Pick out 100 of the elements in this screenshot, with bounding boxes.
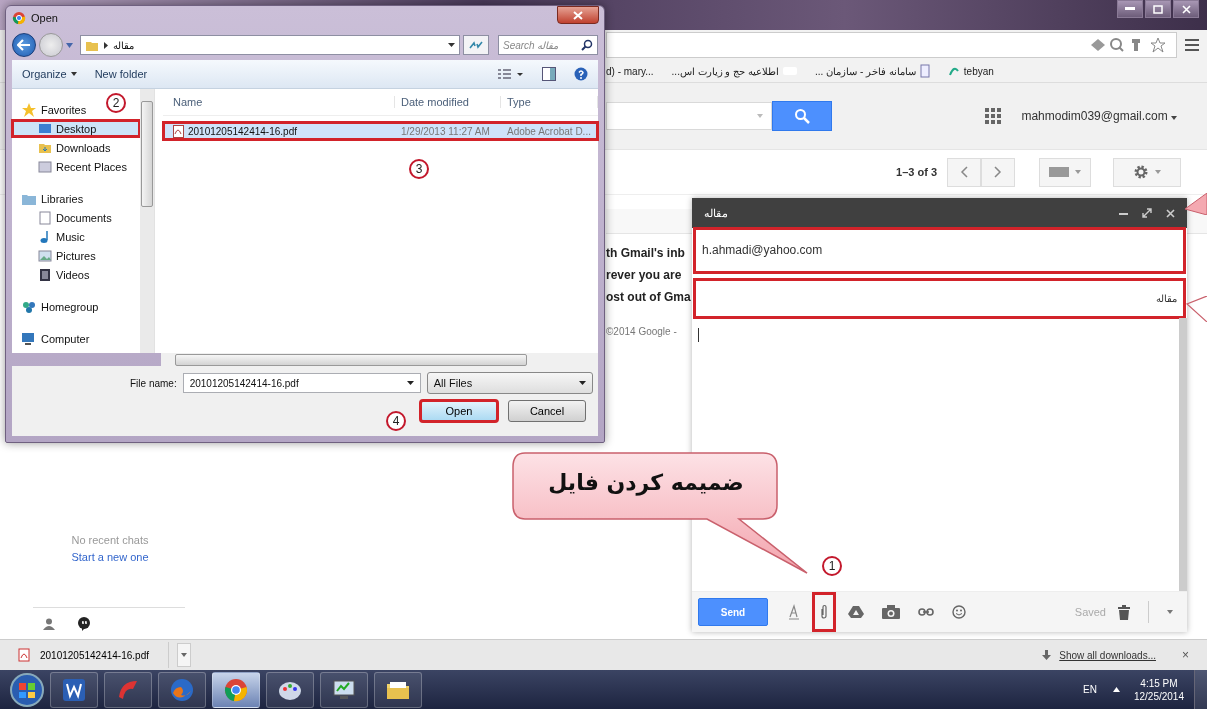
taskbar-app[interactable] (212, 671, 260, 708)
input-tools-button[interactable] (1039, 157, 1091, 187)
close-icon[interactable] (1166, 208, 1175, 218)
search-field[interactable] (606, 102, 772, 130)
taskbar-app[interactable] (50, 671, 98, 708)
expand-icon[interactable] (1142, 208, 1152, 218)
nav-item[interactable]: Favorites (12, 101, 91, 118)
search-icon (581, 39, 593, 51)
nav-item[interactable]: Libraries (12, 190, 88, 207)
caret-icon[interactable] (448, 43, 455, 47)
nav-item[interactable]: Downloads (12, 139, 140, 156)
minimize-icon[interactable] (1119, 211, 1128, 215)
organize-menu[interactable]: Organize (22, 68, 77, 80)
settings-button[interactable] (1113, 157, 1181, 187)
view-options-icon[interactable] (498, 68, 524, 80)
document-icon (38, 210, 52, 225)
file-type-dropdown[interactable]: All Files (426, 372, 593, 394)
chat-bubble-icon[interactable] (77, 616, 91, 631)
bookmark[interactable]: d) - mary... (606, 65, 654, 77)
bookmark[interactable]: سامانه فاخر - سازمان ... (815, 64, 930, 78)
scrollbar[interactable] (140, 89, 154, 353)
taskbar-app[interactable] (266, 671, 314, 708)
recent-places-icon (38, 159, 52, 174)
bookmark[interactable]: اطلاعیه حج و زیارت اس... (671, 65, 798, 77)
bookmark[interactable]: tebyan (947, 65, 994, 77)
fox-icon (169, 676, 195, 703)
drive-icon[interactable] (848, 605, 864, 619)
cancel-button[interactable]: Cancel (508, 400, 586, 422)
link-icon[interactable] (918, 608, 934, 616)
taskbar-app[interactable] (374, 671, 422, 708)
help-icon[interactable] (574, 67, 588, 81)
path-field[interactable]: مقاله (80, 35, 460, 55)
minimize-button[interactable] (1117, 0, 1143, 18)
subject-field[interactable]: مقاله (694, 279, 1185, 318)
language-indicator[interactable]: EN (1083, 684, 1097, 695)
caret-icon[interactable] (406, 381, 414, 385)
nav-item[interactable]: Desktop (12, 120, 140, 137)
start-button[interactable] (10, 672, 44, 707)
close-icon (573, 10, 583, 20)
maximize-button[interactable] (1145, 0, 1171, 18)
minimize-icon (1125, 7, 1135, 11)
more-options-icon[interactable] (1167, 610, 1173, 614)
preview-pane-icon[interactable] (542, 67, 556, 81)
settings-icon (1133, 164, 1149, 180)
open-button[interactable]: Open (420, 400, 498, 422)
close-button[interactable] (1173, 0, 1199, 18)
refresh-button[interactable] (463, 35, 489, 55)
draft-status: Saved (1074, 606, 1106, 618)
chrome-icon (12, 11, 26, 25)
download-menu-button[interactable] (177, 643, 191, 667)
scrollbar[interactable] (161, 353, 598, 366)
back-button[interactable] (12, 33, 36, 57)
file-row[interactable]: 20101205142414-16.pdf 1/29/2013 11:27 AM Adobe Acrobat D... (163, 122, 598, 140)
column-header[interactable]: Date modified (395, 96, 501, 108)
email-snippet: th Gmail's inb (606, 246, 685, 262)
person-icon[interactable] (43, 617, 55, 630)
close-icon (1181, 4, 1191, 14)
nav-item[interactable]: Music (12, 228, 140, 245)
search-field[interactable]: Search مقاله (498, 35, 598, 55)
search-button[interactable] (772, 101, 832, 131)
pdf-icon (173, 124, 185, 138)
account-menu[interactable]: mahmodim039@gmail.com (1015, 108, 1183, 124)
column-header[interactable]: Type (501, 96, 598, 108)
star-icon (21, 102, 37, 117)
clock[interactable]: 4:15 PM 12/25/2014 (1133, 676, 1184, 703)
recipient-field[interactable]: h.ahmadi@yahoo.com (694, 228, 1185, 273)
start-chat-link[interactable]: Start a new one (71, 551, 149, 563)
compose-title: مقاله (704, 206, 728, 220)
nav-item[interactable]: Computer (12, 330, 94, 347)
apps-grid-icon[interactable] (985, 108, 1002, 124)
download-item[interactable]: 20101205142414-16.pdf (12, 642, 169, 668)
taskbar-app[interactable] (320, 671, 368, 708)
emoji-icon[interactable] (952, 605, 966, 619)
show-all-downloads-link[interactable]: Show all downloads... (1059, 649, 1156, 661)
nav-item[interactable]: Homegroup (12, 298, 103, 315)
word-icon (61, 676, 87, 703)
footer-text: ©2014 Google - (606, 326, 677, 337)
chevron-right-icon (994, 166, 1002, 178)
text-format-icon[interactable] (788, 604, 800, 620)
trash-icon[interactable] (1118, 604, 1130, 620)
breadcrumb-arrow-icon[interactable] (104, 41, 108, 49)
nav-item[interactable]: Recent Places (12, 158, 140, 175)
tray-arrow-icon[interactable] (1112, 687, 1120, 692)
column-header[interactable]: Name (163, 96, 395, 108)
nav-item[interactable]: Documents (12, 209, 140, 226)
nav-item[interactable]: Pictures (12, 247, 140, 264)
attach-button[interactable] (812, 592, 836, 632)
caret-icon[interactable] (578, 381, 586, 385)
close-button[interactable] (557, 6, 599, 24)
menu-icon[interactable] (1185, 39, 1199, 51)
chevron-left-icon (960, 166, 968, 178)
close-downloads-button[interactable]: × (1176, 647, 1195, 663)
camera-icon[interactable] (882, 605, 900, 619)
chrome-icon (223, 676, 249, 703)
nav-item[interactable]: Videos (12, 266, 140, 283)
email-snippet: rever you are (606, 268, 682, 284)
refresh-icon (468, 39, 484, 51)
file-name-field[interactable]: 20101205142414-16.pdf (182, 373, 421, 393)
homegroup-icon (21, 299, 37, 314)
new-folder-button[interactable]: New folder (94, 68, 148, 80)
